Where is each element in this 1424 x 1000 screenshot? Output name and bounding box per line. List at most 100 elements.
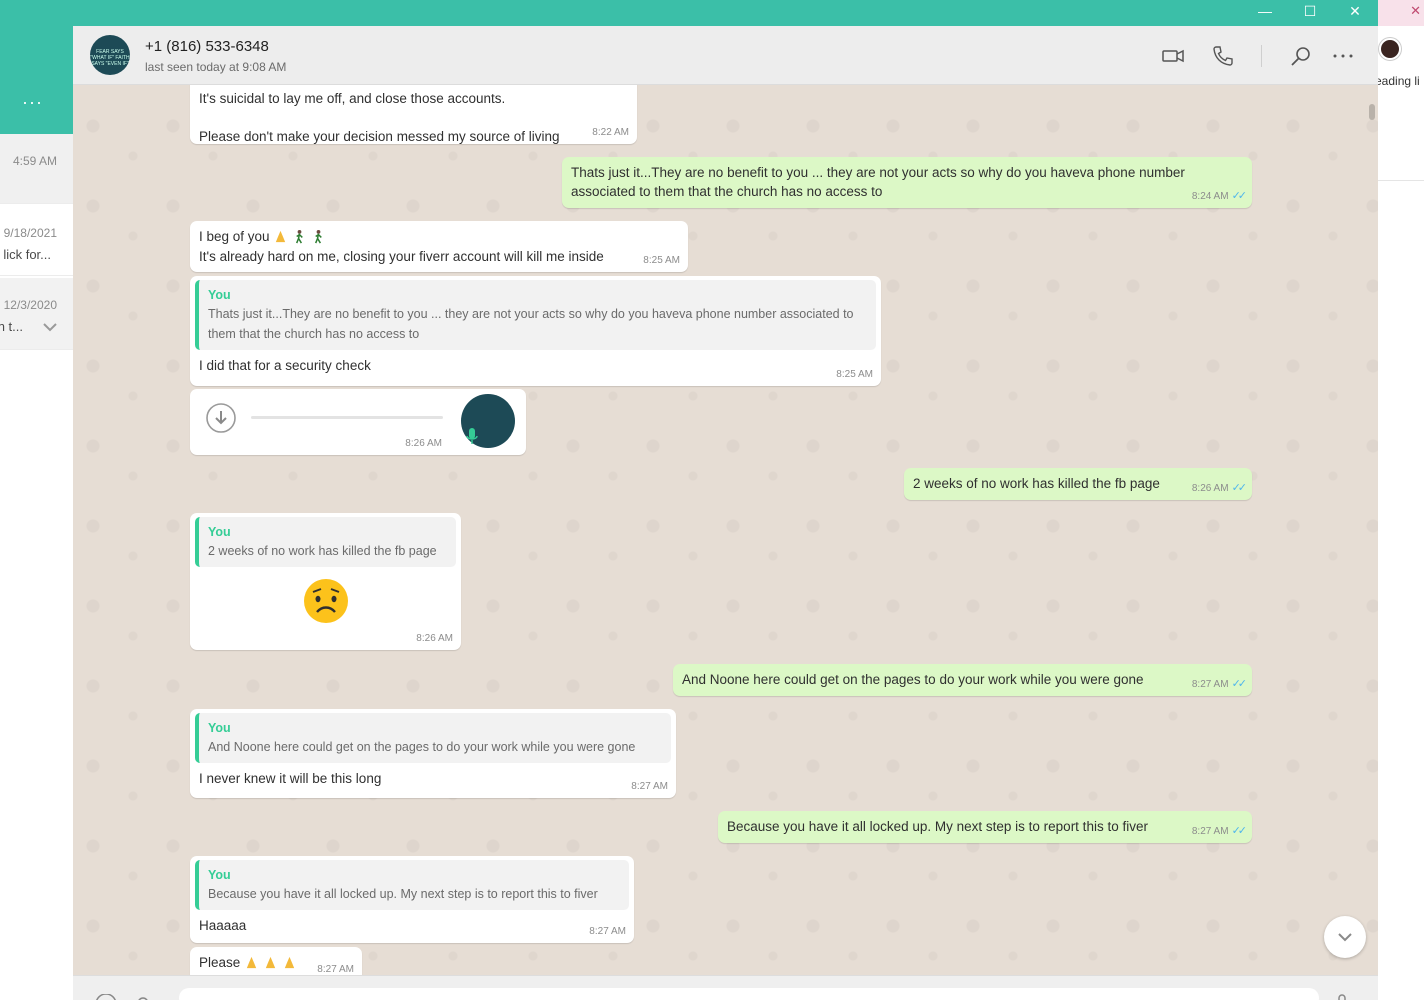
quote-text: And Noone here could get on the pages to… [208, 740, 636, 754]
background-close-icon[interactable]: ✕ [1410, 3, 1421, 19]
menu-dots-icon[interactable]: ··· [22, 92, 43, 113]
video-call-icon[interactable] [1161, 44, 1185, 68]
message-time: 8:27 AM [589, 926, 626, 937]
header-separator [1261, 45, 1262, 67]
quoted-message[interactable]: You Because you have it all locked up. M… [195, 860, 629, 910]
message-time: 8:26 AM [416, 633, 453, 644]
message-text: Please don't make your decision messed m… [199, 129, 560, 144]
message-time: 8:22 AM [592, 127, 629, 138]
praying-hands-icon [265, 956, 275, 969]
message-text: I beg of you [199, 229, 270, 244]
incoming-message[interactable]: You Because you have it all locked up. M… [190, 856, 634, 943]
walking-person-icon [314, 229, 322, 244]
quoted-message[interactable]: You Thats just it...They are no benefit … [195, 280, 876, 350]
compose-bar [73, 975, 1378, 1000]
background-app-window: ✕ eading li [1374, 0, 1424, 1000]
background-avatar[interactable] [1379, 38, 1401, 60]
quote-text: Because you have it all locked up. My ne… [208, 887, 598, 901]
message-text: I did that for a security check [199, 358, 371, 373]
read-ticks-icon: ✓✓ [1231, 190, 1248, 202]
outgoing-message[interactable]: Because you have it all locked up. My ne… [718, 811, 1252, 843]
voice-call-icon[interactable] [1211, 44, 1235, 68]
message-time: 8:26 AM [405, 438, 442, 449]
outgoing-message[interactable]: 2 weeks of no work has killed the fb pag… [904, 468, 1252, 500]
message-text: Because you have it all locked up. My ne… [727, 819, 1148, 834]
chevron-down-icon[interactable] [43, 322, 57, 332]
contact-avatar[interactable]: FEAR SAYS "WHAT IF" FAITH SAYS "EVEN IF" [90, 35, 130, 75]
incoming-message[interactable]: You And Noone here could get on the page… [190, 709, 676, 798]
message-time: 8:24 AM [1191, 191, 1229, 202]
message-text: I never knew it will be this long [199, 771, 382, 786]
quote-author: You [208, 288, 231, 302]
more-options-icon[interactable] [1331, 44, 1355, 68]
incoming-message[interactable]: I beg of you It's already hard on me, cl… [190, 221, 688, 272]
chat-item-snippet: lick for... [3, 247, 51, 262]
minimize-icon[interactable]: — [1255, 3, 1275, 19]
incoming-message[interactable]: You Thats just it...They are no benefit … [190, 276, 881, 386]
background-app-text: eading li [1375, 74, 1420, 88]
quote-text: Thats just it...They are no benefit to y… [208, 307, 854, 341]
quoted-message[interactable]: You 2 weeks of no work has killed the fb… [195, 517, 456, 567]
message-time: 8:25 AM [836, 369, 873, 380]
message-time: 8:27 AM [1191, 826, 1229, 837]
quote-author: You [208, 721, 231, 735]
scrollbar[interactable] [1369, 104, 1375, 120]
quote-author: You [208, 868, 231, 882]
chat-item-snippet: n t... [0, 319, 23, 334]
worried-face-icon [303, 579, 348, 623]
message-input[interactable] [179, 988, 1319, 1000]
message-text: It's already hard on me, closing your fi… [199, 249, 604, 264]
walking-person-icon [296, 229, 303, 244]
message-meta: 8:26 AM ✓✓ [1191, 482, 1248, 495]
microphone-icon [466, 428, 478, 444]
read-ticks-icon: ✓✓ [1231, 825, 1248, 837]
whatsapp-window: — ☐ ✕ ··· 4:59 AM 9/18/2021 lick for... … [0, 0, 1378, 1000]
chat-item-time: 9/18/2021 [3, 226, 57, 240]
incoming-message[interactable]: You 2 weeks of no work has killed the fb… [190, 513, 461, 650]
incoming-message[interactable]: It's suicidal to lay me off, and close t… [190, 85, 637, 144]
contact-status: last seen today at 9:08 AM [145, 60, 287, 74]
maximize-icon[interactable]: ☐ [1300, 3, 1320, 20]
attach-icon[interactable] [135, 994, 151, 1000]
chat-list-item[interactable]: 9/18/2021 lick for... [0, 206, 73, 276]
message-time: 8:26 AM [1191, 483, 1229, 494]
close-window-icon[interactable]: ✕ [1345, 3, 1365, 20]
praying-hands-icon [284, 956, 294, 969]
outgoing-message[interactable]: Thats just it...They are no benefit to y… [562, 157, 1252, 208]
emoji-icon[interactable] [95, 994, 117, 1000]
chevron-down-icon [1338, 933, 1352, 942]
outgoing-message[interactable]: And Noone here could get on the pages to… [673, 664, 1252, 696]
praying-hands-icon [276, 230, 286, 243]
audio-progress-track[interactable] [251, 416, 443, 419]
chat-list-panel: ··· 4:59 AM 9/18/2021 lick for... 12/3/2… [0, 26, 73, 1000]
voice-message[interactable]: 8:26 AM [190, 389, 526, 455]
microphone-icon[interactable] [1337, 994, 1347, 1000]
message-text: And Noone here could get on the pages to… [682, 672, 1144, 687]
read-ticks-icon: ✓✓ [1231, 482, 1248, 494]
conversation-panel: FEAR SAYS "WHAT IF" FAITH SAYS "EVEN IF"… [73, 26, 1378, 1000]
message-text: Please [199, 955, 241, 970]
chat-list-item[interactable]: 12/3/2020 n t... [0, 278, 73, 350]
incoming-message[interactable]: Please 8:27 AM [190, 947, 362, 975]
quote-text: 2 weeks of no work has killed the fb pag… [208, 544, 437, 558]
message-time: 8:27 AM [1191, 679, 1229, 690]
chat-list-item[interactable]: 4:59 AM [0, 134, 73, 204]
message-time: 8:27 AM [631, 781, 668, 792]
contact-name[interactable]: +1 (816) 533-6348 [145, 38, 269, 55]
chat-item-time: 4:59 AM [12, 154, 57, 168]
download-icon[interactable] [205, 402, 237, 434]
search-icon[interactable] [1289, 44, 1313, 68]
quoted-message[interactable]: You And Noone here could get on the page… [195, 713, 671, 763]
window-titlebar: — ☐ ✕ [0, 0, 1378, 26]
chat-item-time: 12/3/2020 [3, 298, 57, 312]
message-text: It's suicidal to lay me off, and close t… [199, 91, 506, 106]
message-list: It's suicidal to lay me off, and close t… [73, 85, 1378, 975]
message-text: Haaaaa [199, 918, 247, 933]
message-meta: 8:27 AM ✓✓ [1191, 825, 1248, 838]
chat-list-header: ··· [0, 26, 73, 134]
conversation-header: FEAR SAYS "WHAT IF" FAITH SAYS "EVEN IF"… [73, 26, 1378, 85]
quote-author: You [208, 525, 231, 539]
message-time: 8:25 AM [643, 255, 680, 266]
scroll-to-bottom-button[interactable] [1324, 916, 1366, 958]
